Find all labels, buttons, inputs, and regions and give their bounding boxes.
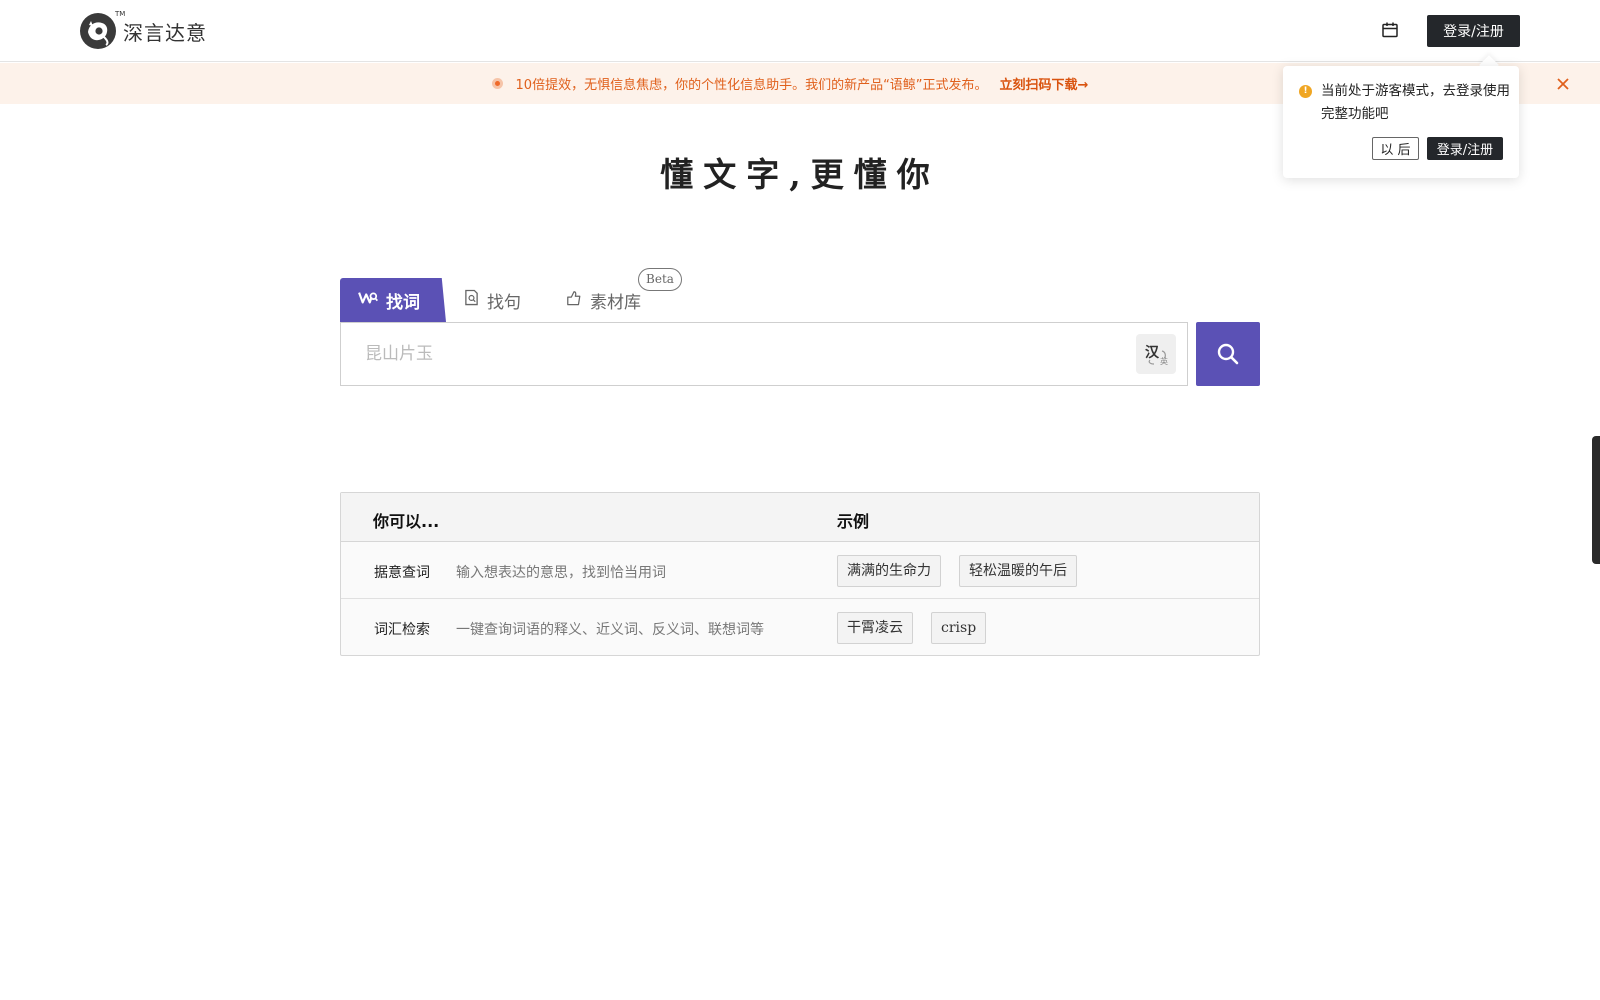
lang-toggle-sub: 英 <box>1160 357 1168 366</box>
guide-header: 你可以... 示例 <box>341 493 1259 542</box>
search-input[interactable] <box>365 339 1105 369</box>
example-chip[interactable]: 干霄凌云 <box>837 612 913 644</box>
example-chip[interactable]: 轻松温暖的午后 <box>959 555 1077 587</box>
search-mode-tabs: 找词 找句 素材库 Beta <box>340 268 1260 322</box>
brand-mark-icon <box>80 13 116 49</box>
tab-label: 找词 <box>386 292 420 313</box>
banner-content: 10倍提效，无惧信息焦虑，你的个性化信息助手。我们的新产品“语鲸”正式发布。 立… <box>491 74 1089 93</box>
search-button[interactable] <box>1196 322 1260 386</box>
popover-message: 当前处于游客模式，去登录使用完整功能吧 <box>1321 83 1510 122</box>
hero-slogan: 懂文字,更懂你 <box>660 155 940 194</box>
beta-badge: Beta <box>638 268 682 291</box>
guide-col-you-can: 你可以... <box>373 512 440 531</box>
close-icon[interactable] <box>1553 74 1573 94</box>
brand-trademark: TM <box>115 10 126 18</box>
tab-material-library[interactable]: 素材库 <box>566 278 641 322</box>
brand-name: 深言达意 <box>123 20 207 45</box>
tab-word-search[interactable]: 找词 <box>340 278 446 322</box>
search-box: 汉 英 <box>340 322 1188 386</box>
row-label: 词汇检索 <box>374 622 430 638</box>
table-row: 词汇检索 一键查询词语的释义、近义词、反义词、联想词等 干霄凌云 crisp <box>341 599 1259 656</box>
example-chip[interactable]: 满满的生命力 <box>837 555 941 587</box>
brand-logo[interactable]: TM 深言达意 <box>79 10 207 50</box>
calendar-icon[interactable] <box>1380 20 1400 40</box>
sentence-search-icon <box>464 289 479 311</box>
tab-label: 素材库 <box>590 292 641 313</box>
tab-sentence-search[interactable]: 找句 <box>464 278 521 322</box>
banner-dot-icon <box>491 78 503 89</box>
material-library-icon <box>566 290 582 311</box>
side-scroll-handle[interactable] <box>1592 436 1600 564</box>
warning-icon: ! <box>1299 85 1312 98</box>
search-icon <box>1217 343 1239 365</box>
header-login-button[interactable]: 登录/注册 <box>1427 15 1520 47</box>
usage-guide-table: 你可以... 示例 据意查词 输入想表达的意思，找到恰当用词 满满的生命力 轻松… <box>340 492 1260 656</box>
table-row: 据意查词 输入想表达的意思，找到恰当用词 满满的生命力 轻松温暖的午后 <box>341 542 1259 599</box>
tab-label: 找句 <box>487 292 521 313</box>
top-header: TM 深言达意 登录/注册 <box>0 0 1600 62</box>
banner-message: 10倍提效，无惧信息焦虑，你的个性化信息助手。我们的新产品“语鲸”正式发布。 <box>515 78 988 93</box>
row-description: 输入想表达的意思，找到恰当用词 <box>456 565 666 581</box>
banner-download-link[interactable]: 立刻扫码下载→ <box>1000 74 1089 93</box>
example-chip[interactable]: crisp <box>931 612 987 644</box>
word-search-icon <box>358 290 379 311</box>
row-label: 据意查词 <box>374 565 430 581</box>
guide-col-examples: 示例 <box>837 512 870 531</box>
language-toggle-button[interactable]: 汉 英 <box>1136 334 1176 374</box>
row-description: 一键查询词语的释义、近义词、反义词、联想词等 <box>456 622 764 638</box>
